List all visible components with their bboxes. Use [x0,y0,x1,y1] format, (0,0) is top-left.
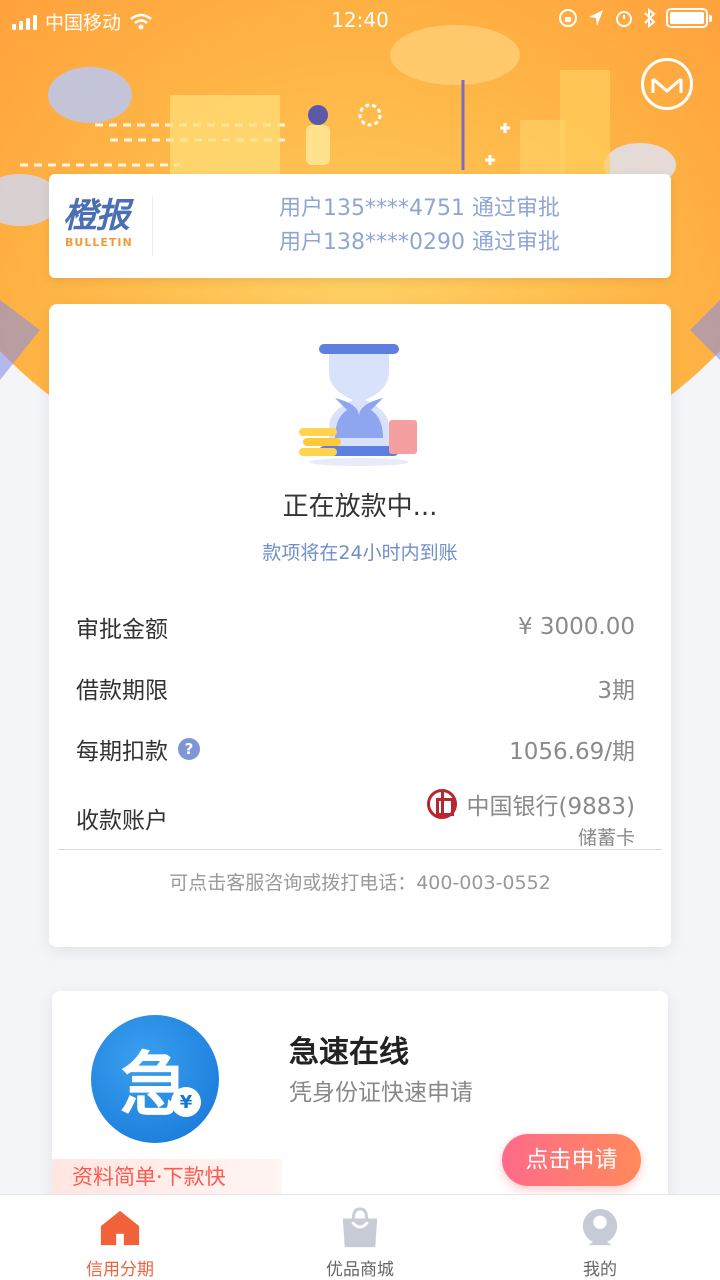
apply-button[interactable]: 点击申请 [502,1134,641,1186]
tab-label: 我的 [583,1260,617,1280]
tab-label: 优品商城 [326,1260,394,1280]
rotation-lock-icon [559,9,577,27]
bulletin-logo-text: 橙报 [63,196,130,236]
promo-tag: 资料简单·下款快 [52,1159,282,1195]
bluetooth-icon [644,8,656,28]
card-type: 储蓄卡 [577,827,635,849]
loan-status-title: 正在放款中... [282,492,438,522]
user-icon [582,1208,618,1246]
promo-desc: 凭身份证快速申请 [289,1080,473,1106]
bulletin-logo-sub: BULLETIN [65,236,133,249]
status-bar: 中国移动 12:40 [0,0,720,40]
location-icon [589,10,603,26]
detail-row-account: 收款账户 中国银行(9883) 储蓄卡 [76,779,635,849]
loan-status-subtitle: 款项将在24小时内到账 [262,542,458,564]
detail-value: ¥ 3000.00 [517,613,635,640]
bulletin-item: 用户138****0290 通过审批 [279,230,560,255]
bulletin-item: 用户135****4751 通过审批 [279,196,560,221]
tab-me[interactable]: 我的 [480,1195,720,1280]
app-icon: 急 ¥ [91,1015,219,1143]
divider [58,849,662,850]
bank-name: 中国银行(9883) [466,794,635,820]
tab-mall[interactable]: 优品商城 [240,1195,480,1280]
detail-label: 审批金额 [76,616,168,643]
detail-row-amount: 审批金额 ¥ 3000.00 [76,596,635,657]
shopping-bag-icon [342,1207,378,1248]
detail-label: 收款账户 [76,808,168,834]
tab-bar: 信用分期 优品商城 我的 [0,1194,720,1280]
detail-label: 每期扣款 [76,738,168,765]
tab-label: 信用分期 [86,1260,154,1280]
detail-row-installment: 每期扣款 ? 1056.69/期 [76,718,635,779]
loan-details: 审批金额 ¥ 3000.00 借款期限 3期 每期扣款 ? 1056.69/期 … [76,596,635,850]
promo-name: 急速在线 [289,1035,409,1070]
alarm-icon [616,11,632,27]
bank-of-china-icon [426,789,457,819]
detail-value: 1056.69/期 [509,738,635,765]
battery-icon [666,8,712,28]
contact-info[interactable]: 可点击客服咨询或拨打电话：400-003-0552 [49,868,671,895]
menu-button[interactable] [641,58,693,110]
bulletin-logo: 橙报 BULLETIN [63,196,153,256]
hourglass-icon [299,344,417,466]
help-icon[interactable]: ? [178,737,200,760]
loan-status-card: 正在放款中... 款项将在24小时内到账 审批金额 ¥ 3000.00 借款期限… [49,304,671,947]
detail-value: 3期 [597,677,635,704]
yen-icon: ¥ [171,1087,201,1117]
home-icon [100,1210,140,1246]
mail-icon [651,77,683,93]
tab-credit-installment[interactable]: 信用分期 [0,1195,240,1280]
bulletin-card[interactable]: 橙报 BULLETIN 用户135****4751 通过审批 用户138****… [49,174,671,278]
promo-card[interactable]: 急 ¥ 急速在线 凭身份证快速申请 资料简单·下款快 点击申请 [52,991,668,1201]
detail-row-term: 借款期限 3期 [76,657,635,718]
detail-label: 借款期限 [76,677,168,704]
